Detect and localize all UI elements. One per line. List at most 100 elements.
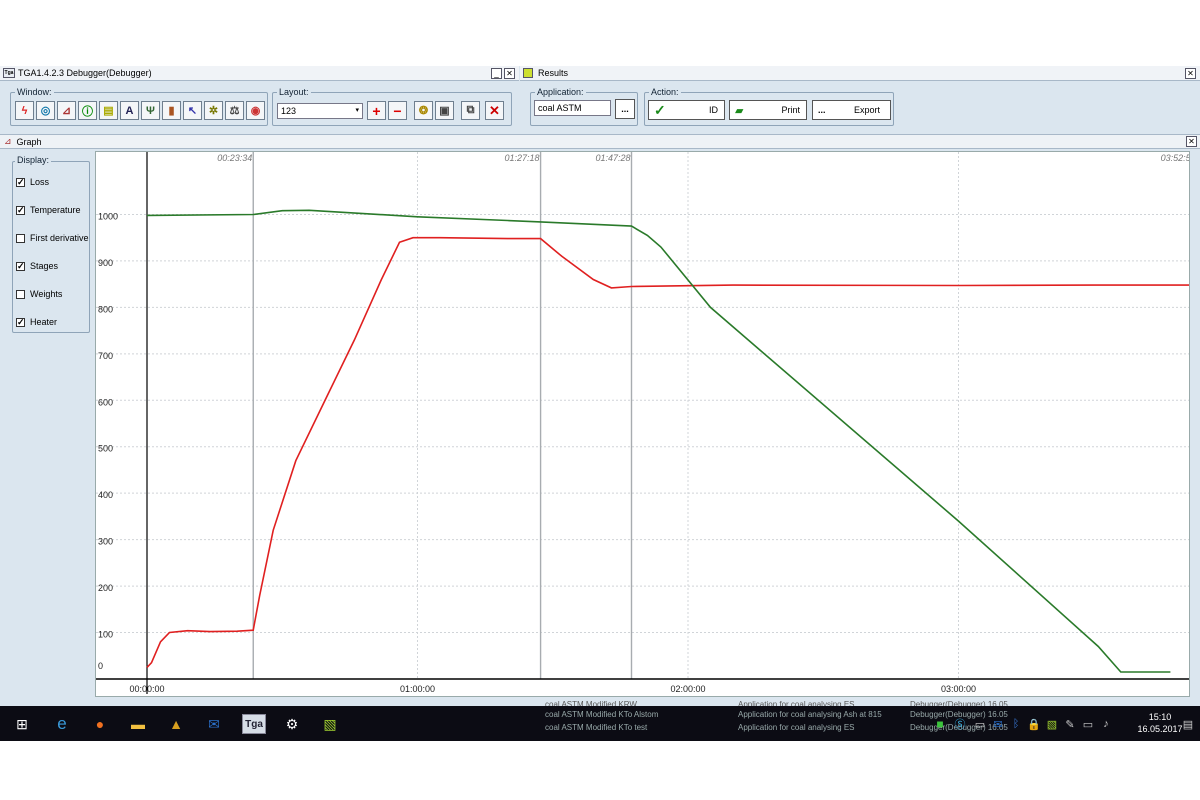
tray-green-icon[interactable]: ■ — [930, 714, 950, 734]
font-icon[interactable]: A — [120, 101, 139, 120]
y-tick-label: 700 — [98, 351, 113, 361]
background-row: coal ASTM Modified KTo Alstom Applicatio… — [545, 710, 1008, 719]
display-option-stages[interactable]: ✓ Stages — [16, 261, 58, 271]
minimize-icon[interactable]: _ — [491, 68, 502, 79]
graph-icon[interactable]: ⊿ — [57, 101, 76, 120]
export-button[interactable]: ... Export — [812, 100, 891, 120]
gauge-icon[interactable]: ◎ — [36, 101, 55, 120]
tray-pen-icon[interactable]: ✎ — [1060, 714, 1080, 734]
y-tick-label: 600 — [98, 397, 113, 407]
close-layout-icon[interactable]: ✕ — [485, 101, 504, 120]
copy-window-icon[interactable]: ⧉ — [461, 101, 480, 120]
row-description: Application for coal analysing Ash at 81… — [738, 710, 882, 719]
temperature-checkbox[interactable]: ✓ — [16, 205, 25, 215]
y-tick-label: 900 — [98, 258, 113, 268]
tray-app-icon[interactable]: ▧ — [1042, 714, 1062, 734]
target-icon[interactable]: ◉ — [246, 101, 265, 120]
graph-titlebar: ⊿ Graph ✕ — [0, 134, 1200, 149]
stages-label: Stages — [30, 261, 59, 271]
tray-window-icon[interactable]: ▭ — [970, 714, 990, 734]
info-icon[interactable]: ⓘ — [78, 101, 97, 120]
main-window-title: TGA1.4.2.3 Debugger(Debugger) — [18, 68, 152, 78]
clock-date: 16.05.2017 — [1137, 724, 1183, 734]
layout-group-label: Layout: — [277, 87, 311, 97]
y-tick-label: 500 — [98, 444, 113, 454]
settings-gear-icon[interactable]: ⚙ — [282, 714, 302, 734]
graph-plot-area[interactable]: 0 100 200 300 400 500 600 700 800 900 1000 00:00:00… — [95, 151, 1198, 697]
heater-checkbox[interactable]: ✓ — [16, 317, 25, 327]
scale-icon[interactable]: ⚖ — [225, 101, 244, 120]
stages-checkbox[interactable]: ✓ — [16, 261, 25, 271]
remove-layout-icon[interactable]: − — [388, 101, 407, 120]
id-button-label: ID — [709, 105, 718, 115]
pointer-icon[interactable]: ↖ — [183, 101, 202, 120]
chart-app-icon[interactable]: ▲ — [166, 714, 186, 734]
add-layout-icon[interactable]: + — [367, 101, 386, 120]
tga-application: Tga TGA1.4.2.3 Debugger(Debugger) _ ✕ Re… — [0, 66, 1200, 741]
y-tick-label: 1000 — [98, 211, 118, 221]
chevron-down-icon: ▾ — [355, 107, 359, 114]
temperature-label: Temperature — [30, 205, 81, 215]
bluetooth-icon[interactable]: ᛒ — [1006, 714, 1026, 734]
results-icon — [523, 68, 533, 78]
outlook-icon[interactable]: ✉ — [204, 714, 224, 734]
id-button[interactable]: ✓ ID — [648, 100, 725, 120]
results-titlebar: Results ✕ — [520, 66, 1200, 81]
stage-marker-label: 00:23:34 — [217, 153, 252, 163]
display-option-loss[interactable]: ✓ Loss — [16, 177, 49, 187]
network-icon[interactable]: ▭ — [1078, 714, 1098, 734]
print-button[interactable]: ▰ Print — [729, 100, 807, 120]
stage-marker-label: 01:27:18 — [505, 153, 540, 163]
tray-skype-icon[interactable]: Ⓢ — [950, 714, 970, 734]
file-explorer-icon[interactable]: ▬ — [128, 714, 148, 734]
action-label: Action: — [649, 87, 681, 97]
printer-icon: ▰ — [735, 104, 744, 117]
loss-line — [146, 209, 1171, 673]
tray-lock-icon[interactable]: 🔒 — [1024, 714, 1044, 734]
clock[interactable]: 15:10 16.05.2017 — [1136, 711, 1184, 735]
main-window-titlebar: Tga TGA1.4.2.3 Debugger(Debugger) _ ✕ — [0, 66, 519, 81]
internet-explorer-icon[interactable]: e — [52, 714, 72, 734]
display-option-first-derivative[interactable]: First derivative — [16, 233, 89, 243]
windows-taskbar: coal ASTM Modified KTo Alstom Applicatio… — [0, 706, 1200, 741]
stage-marker-label: 03:52:50 — [1161, 153, 1189, 163]
layout-select[interactable]: 123 ▾ — [277, 103, 363, 119]
windows-start-icon[interactable]: ⊞ — [12, 714, 32, 734]
results-close-icon[interactable]: ✕ — [1185, 68, 1196, 79]
first-derivative-checkbox[interactable] — [16, 233, 25, 243]
application-label: Application: — [535, 87, 586, 97]
display-options-group: Display: ✓ Loss ✓ Temperature First deri… — [12, 155, 90, 333]
stage-marker-label: 01:47:28 — [595, 153, 630, 163]
display-option-heater[interactable]: ✓ Heater — [16, 317, 57, 327]
print-button-label: Print — [781, 105, 800, 115]
notifications-icon[interactable]: ▤ — [1178, 714, 1198, 734]
lightning-icon[interactable]: ϟ — [15, 101, 34, 120]
display-option-weights[interactable]: Weights — [16, 289, 62, 299]
graph-close-icon[interactable]: ✕ — [1186, 136, 1197, 147]
x-tick-label: 03:00:00 — [941, 684, 976, 694]
settings-icon[interactable]: ✲ — [204, 101, 223, 120]
display-option-temperature[interactable]: ✓ Temperature — [16, 205, 81, 215]
tga-taskbar-icon[interactable]: Tga — [242, 714, 266, 734]
layout-toolbar-group: Layout: 123 ▾ + − ❂ ▣ ⧉ ✕ — [272, 87, 512, 126]
green-app-icon[interactable]: ▧ — [320, 714, 340, 734]
tga-app-icon: Tga — [3, 68, 15, 78]
results-window-icon[interactable]: ▤ — [99, 101, 118, 120]
weights-checkbox[interactable] — [16, 289, 25, 299]
firefox-icon[interactable]: ● — [90, 714, 110, 734]
application-browse-button[interactable]: ... — [615, 99, 635, 119]
palette-icon[interactable]: ❂ — [414, 101, 433, 120]
tray-outlook-icon[interactable]: ✉ — [988, 714, 1008, 734]
zoom-window-icon[interactable]: ▣ — [435, 101, 454, 120]
temperature-line — [146, 236, 1197, 668]
close-icon[interactable]: ✕ — [504, 68, 515, 79]
display-label: Display: — [15, 155, 52, 165]
crucible-icon[interactable]: Ψ — [141, 101, 160, 120]
loss-checkbox[interactable]: ✓ — [16, 177, 25, 187]
clock-time: 15:10 — [1148, 712, 1172, 722]
volume-icon[interactable]: ♪ — [1096, 714, 1116, 734]
temperature-icon[interactable]: ▮ — [162, 101, 181, 120]
results-title: Results — [538, 68, 569, 78]
application-field[interactable]: coal ASTM — [534, 100, 611, 116]
row-description: Application for coal analysing ES — [738, 723, 855, 732]
